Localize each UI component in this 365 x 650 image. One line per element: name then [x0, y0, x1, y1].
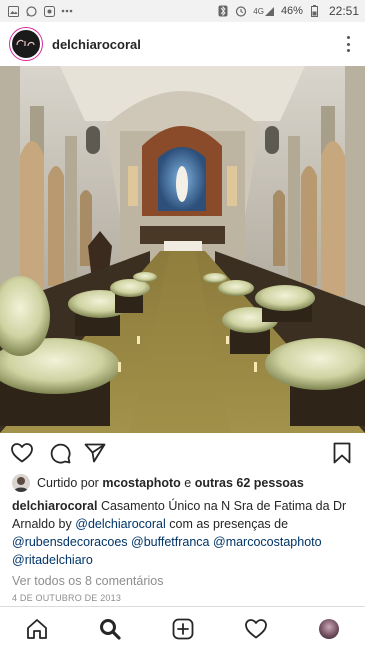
likes-row[interactable]: Curtido por mcostaphoto e outras 62 pess…	[0, 471, 365, 495]
activity-icon[interactable]	[244, 617, 268, 641]
avatar-logo	[14, 37, 38, 51]
likes-prefix: Curtido por	[37, 476, 99, 490]
post-photo[interactable]	[0, 66, 365, 433]
status-bar-left	[7, 5, 73, 17]
likes-text: Curtido por mcostaphoto e outras 62 pess…	[37, 476, 304, 490]
more-options-icon[interactable]	[345, 36, 351, 52]
new-post-icon[interactable]	[171, 617, 195, 641]
profile-icon[interactable]	[317, 617, 341, 641]
status-bar-right: 4G 46% 22:51	[217, 4, 359, 18]
status-time: 22:51	[328, 4, 359, 18]
church-aisle-image	[0, 66, 365, 433]
heart-icon[interactable]	[10, 441, 34, 465]
battery-icon	[309, 5, 321, 17]
photo-notification-icon	[7, 5, 19, 17]
avatar[interactable]	[10, 28, 42, 60]
battery-percentage: 46%	[280, 5, 303, 17]
alarm-icon	[235, 5, 247, 17]
status-bar: 4G 46% 22:51	[0, 0, 365, 22]
profile-avatar	[319, 619, 339, 639]
view-comments-link[interactable]: Ver todos os 8 comentários	[0, 569, 365, 589]
post-username[interactable]: delchiarocoral	[52, 37, 141, 52]
post-header: delchiarocoral	[0, 22, 365, 66]
post-caption: delchiarocoral Casamento Único na N Sra …	[0, 495, 365, 569]
bookmark-icon[interactable]	[330, 441, 354, 465]
comment-icon[interactable]	[48, 441, 72, 465]
liker-avatar	[12, 474, 30, 492]
post-date: 4 DE OUTUBRO DE 2013	[12, 593, 122, 603]
caption-text-2: com as presenças de	[169, 517, 289, 531]
home-icon[interactable]	[25, 617, 49, 641]
caption-mention[interactable]: @buffetfranca	[131, 535, 209, 549]
gallery-icon	[43, 5, 55, 17]
caption-mention[interactable]: @delchiarocoral	[75, 517, 166, 531]
network-icon: 4G	[253, 5, 275, 17]
caption-mention[interactable]: @ritadelchiaro	[12, 553, 93, 567]
caption-mention[interactable]: @rubensdecoracoes	[12, 535, 128, 549]
likes-connector: e	[184, 476, 192, 490]
bluetooth-icon	[217, 5, 229, 17]
likes-first-user[interactable]: mcostaphoto	[102, 476, 180, 490]
caption-mention[interactable]: @marcocostaphoto	[213, 535, 322, 549]
share-icon[interactable]	[83, 441, 107, 465]
overflow-dots-icon	[61, 5, 73, 17]
caption-username[interactable]: delchiarocoral	[12, 499, 97, 513]
whatsapp-icon	[25, 5, 37, 17]
post-actions	[0, 433, 365, 471]
likes-others[interactable]: outras 62 pessoas	[195, 476, 304, 490]
bottom-nav	[0, 606, 365, 650]
search-icon[interactable]	[98, 617, 122, 641]
